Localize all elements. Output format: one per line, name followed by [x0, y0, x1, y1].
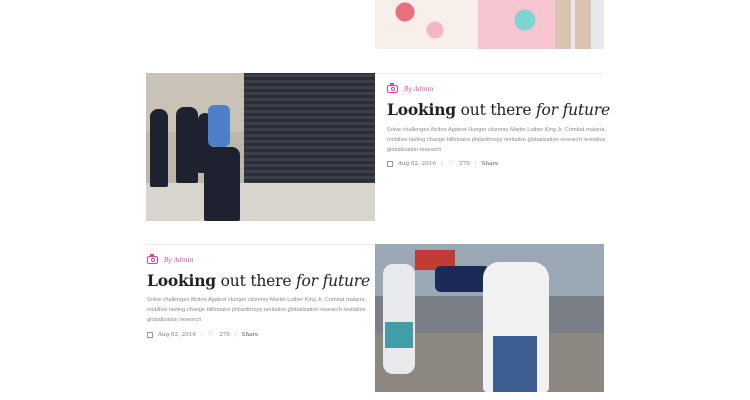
- separator: /: [200, 331, 203, 338]
- post-image-1[interactable]: [146, 73, 375, 221]
- post-excerpt: Solve challenges ificiton Against Hunger…: [147, 297, 366, 323]
- post-title[interactable]: Looking out there for future: [387, 100, 610, 119]
- image-detail: [435, 266, 490, 292]
- heart-icon[interactable]: ♡: [448, 160, 454, 167]
- post-image-top[interactable]: [375, 0, 604, 49]
- separator: /: [234, 331, 237, 338]
- post-divider: [146, 244, 375, 245]
- category-label: By Admin: [164, 256, 194, 264]
- post-date: Aug 02, 2016: [158, 331, 196, 338]
- title-mid: out there: [215, 272, 297, 290]
- calendar-icon: [387, 160, 393, 167]
- post-excerpt: Solve challenges ificiton Against Hunger…: [387, 127, 606, 153]
- separator: /: [474, 160, 477, 167]
- image-detail: [493, 336, 537, 392]
- post-category[interactable]: By Admin: [387, 83, 434, 93]
- title-mid: out there: [455, 101, 537, 119]
- image-detail: [383, 264, 415, 374]
- category-label: By Admin: [404, 85, 434, 93]
- share-link[interactable]: Share: [482, 161, 499, 167]
- post-meta: Aug 02, 2016 / ♡ 270 / Share: [147, 331, 258, 338]
- post-divider: [375, 73, 604, 74]
- image-detail: [204, 147, 240, 221]
- title-bold: Looking: [147, 271, 216, 290]
- calendar-icon: [147, 331, 153, 338]
- image-detail: [555, 0, 571, 49]
- camera-icon: [387, 83, 398, 93]
- image-detail: [150, 109, 168, 187]
- post-image-2[interactable]: [375, 244, 604, 392]
- like-count: 270: [459, 160, 470, 167]
- image-detail: [208, 105, 230, 147]
- title-italic: for future: [296, 272, 370, 290]
- post-date: Aug 02, 2016: [398, 160, 436, 167]
- heart-icon[interactable]: ♡: [208, 331, 214, 338]
- image-detail: [575, 0, 591, 49]
- camera-icon: [147, 254, 158, 264]
- post-category[interactable]: By Admin: [147, 254, 194, 264]
- post-title[interactable]: Looking out there for future: [147, 271, 370, 290]
- image-detail: [385, 322, 413, 348]
- separator: /: [440, 160, 443, 167]
- image-detail: [176, 107, 198, 183]
- share-link[interactable]: Share: [242, 332, 259, 338]
- image-detail: [146, 183, 375, 221]
- post-meta: Aug 02, 2016 / ♡ 270 / Share: [387, 160, 498, 167]
- like-count: 270: [219, 331, 230, 338]
- title-italic: for future: [536, 101, 610, 119]
- title-bold: Looking: [387, 100, 456, 119]
- image-detail: [483, 262, 549, 392]
